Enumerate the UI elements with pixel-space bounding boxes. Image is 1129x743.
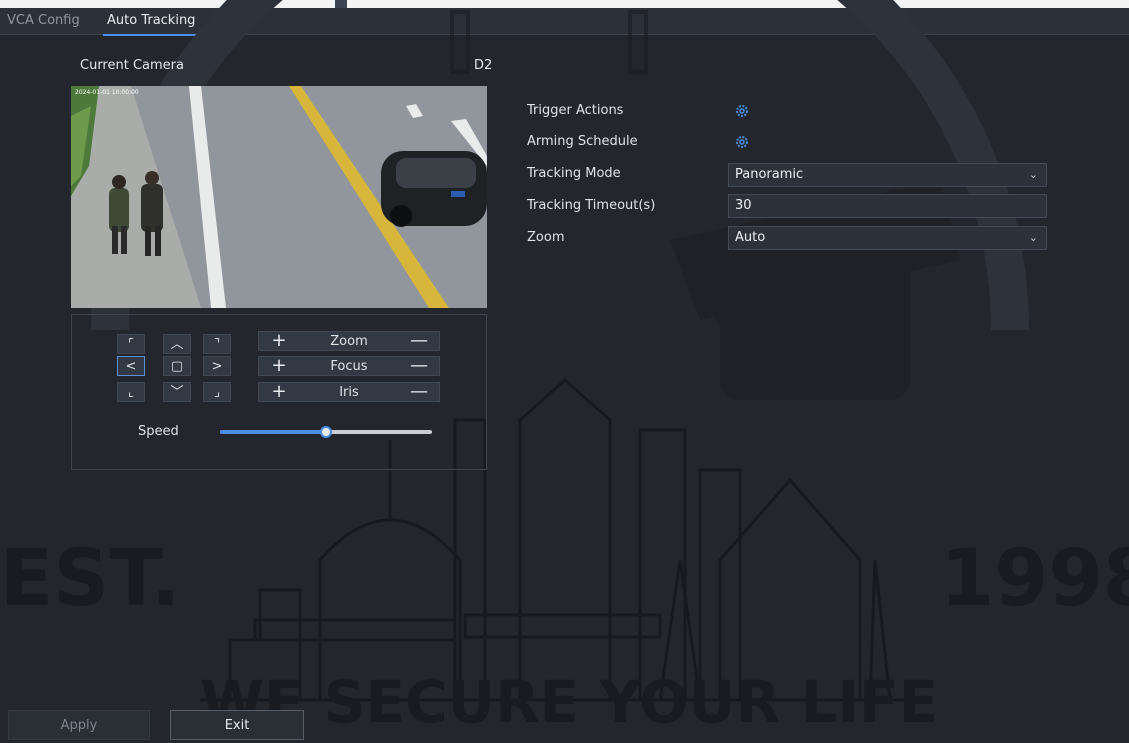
arming-schedule-label: Arming Schedule <box>527 134 638 149</box>
speed-slider-thumb[interactable] <box>320 426 332 438</box>
current-camera-label: Current Camera <box>80 58 184 73</box>
chevron-down-icon: ⌄ <box>1028 168 1038 181</box>
tracking-mode-value: Panoramic <box>735 167 804 182</box>
iris-open-button[interactable]: + <box>259 383 299 401</box>
focus-far-button[interactable]: — <box>399 357 439 375</box>
tilt-up-button[interactable]: ︿ <box>163 334 191 354</box>
pan-left-button[interactable]: < <box>117 356 145 376</box>
arrow-up-right-icon: ⌝ <box>213 337 221 352</box>
video-timestamp: 2024-01-01 10:00:00 <box>75 89 139 96</box>
iris-control: + Iris — <box>258 382 440 402</box>
focus-control: + Focus — <box>258 356 440 376</box>
tracking-mode-select[interactable]: Panoramic ⌄ <box>728 163 1047 187</box>
pan-down-left-button[interactable]: ⌞ <box>117 382 145 402</box>
zoom-in-button[interactable]: + <box>259 332 299 350</box>
tracking-mode-label: Tracking Mode <box>527 166 621 181</box>
focus-control-label: Focus <box>330 359 368 374</box>
pan-up-right-button[interactable]: ⌝ <box>203 334 231 354</box>
speed-slider[interactable] <box>220 426 432 438</box>
pan-right-button[interactable]: > <box>203 356 231 376</box>
camera-id: D2 <box>474 58 493 73</box>
tracking-timeout-label: Tracking Timeout(s) <box>527 198 656 213</box>
zoom-control: + Zoom — <box>258 331 440 351</box>
top-strip-marker <box>335 0 347 8</box>
chevron-down-icon: ⌄ <box>1028 231 1038 244</box>
zoom-mode-value: Auto <box>735 230 766 245</box>
svg-text:1998: 1998 <box>940 534 1129 624</box>
tab-bar: VCA Config Auto Tracking <box>0 8 1129 36</box>
zoom-mode-select[interactable]: Auto ⌄ <box>728 226 1047 250</box>
arrow-down-left-icon: ⌞ <box>127 385 135 400</box>
speed-slider-fill <box>220 430 326 434</box>
center-icon: ▢ <box>170 359 184 374</box>
focus-near-button[interactable]: + <box>259 357 299 375</box>
apply-button[interactable]: Apply <box>8 710 150 740</box>
iris-close-button[interactable]: — <box>399 383 439 401</box>
zoom-out-button[interactable]: — <box>399 332 439 350</box>
iris-control-label: Iris <box>339 385 359 400</box>
arrow-up-icon: ︿ <box>170 337 184 352</box>
zoom-control-label: Zoom <box>330 334 368 349</box>
tracking-timeout-input[interactable]: 30 <box>728 194 1047 218</box>
top-strip <box>0 0 1129 8</box>
camera-scene-image <box>71 86 487 308</box>
svg-text:EST.: EST. <box>0 534 180 624</box>
tab-vca-config[interactable]: VCA Config <box>7 13 80 28</box>
zoom-mode-label: Zoom <box>527 230 565 245</box>
arming-schedule-gear-icon[interactable] <box>735 135 749 149</box>
arrow-left-icon: < <box>125 359 137 374</box>
trigger-actions-label: Trigger Actions <box>527 103 624 118</box>
speed-label: Speed <box>138 424 179 439</box>
tracking-timeout-value: 30 <box>735 198 752 213</box>
exit-button[interactable]: Exit <box>170 710 304 740</box>
arrow-down-icon: ﹀ <box>170 385 184 400</box>
trigger-actions-gear-icon[interactable] <box>735 104 749 118</box>
tab-auto-tracking[interactable]: Auto Tracking <box>102 13 202 36</box>
tilt-down-button[interactable]: ﹀ <box>163 382 191 402</box>
arrow-up-left-icon: ⌜ <box>127 337 135 352</box>
pan-up-left-button[interactable]: ⌜ <box>117 334 145 354</box>
ptz-center-button[interactable]: ▢ <box>163 356 191 376</box>
svg-text:WE SECURE YOUR LIFE: WE SECURE YOUR LIFE <box>200 668 938 736</box>
arrow-down-right-icon: ⌟ <box>213 385 221 400</box>
camera-preview[interactable]: 2024-01-01 10:00:00 <box>71 86 487 308</box>
arrow-right-icon: > <box>211 359 223 374</box>
pan-down-right-button[interactable]: ⌟ <box>203 382 231 402</box>
